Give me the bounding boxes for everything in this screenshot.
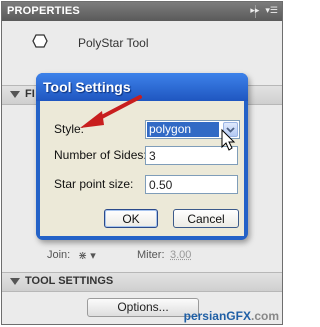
mouse-cursor-icon (221, 128, 236, 151)
annotation-overlay (80, 95, 236, 151)
red-annotation-arrow-icon (80, 95, 142, 128)
